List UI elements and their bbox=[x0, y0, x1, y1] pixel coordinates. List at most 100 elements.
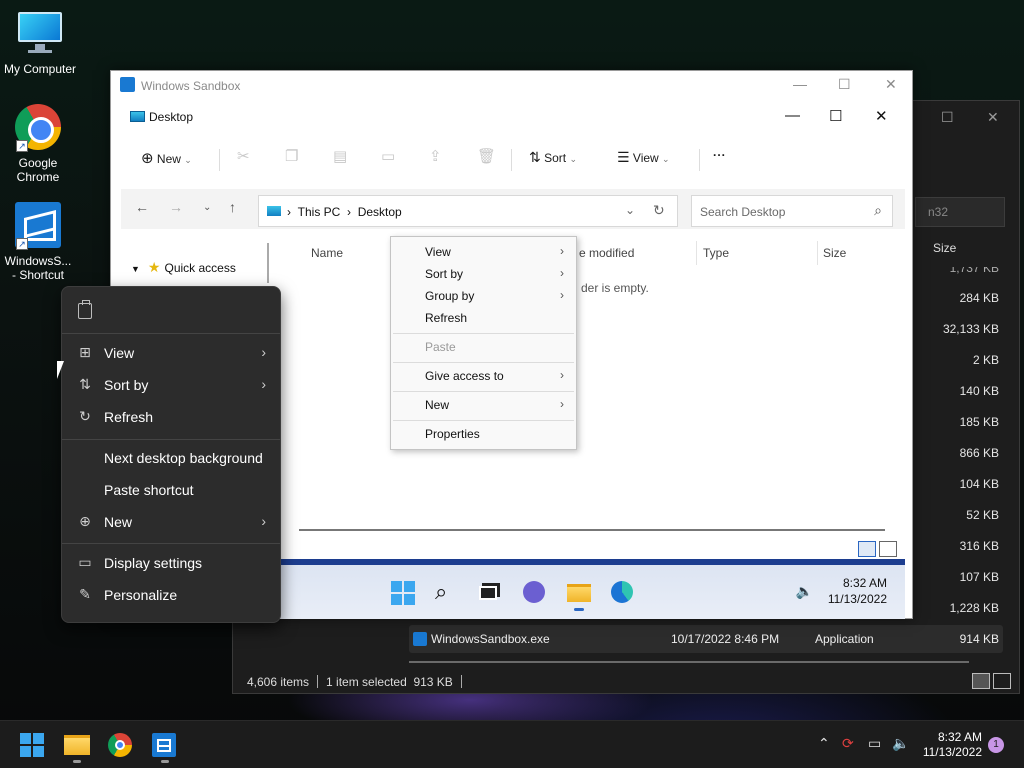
address-bar[interactable]: › This PC › Desktop ⌄ ↻ bbox=[258, 195, 678, 227]
vertical-scrollbar[interactable] bbox=[267, 243, 269, 283]
folder-icon bbox=[130, 111, 145, 122]
chevron-down-icon: ⌄ bbox=[184, 155, 192, 165]
menu-label: View bbox=[104, 345, 135, 361]
forward-arrow-icon[interactable]: → bbox=[169, 199, 183, 215]
divider bbox=[699, 149, 700, 171]
start-icon[interactable] bbox=[391, 581, 415, 605]
menu-item-properties[interactable]: Properties bbox=[391, 423, 576, 445]
column-header-type[interactable]: Type bbox=[703, 246, 729, 260]
tiles-view-icon[interactable] bbox=[993, 673, 1011, 689]
taskbar-chrome[interactable] bbox=[108, 733, 134, 757]
menu-item-sort-by[interactable]: ⇅ Sort by › bbox=[62, 371, 280, 399]
sandbox-titlebar[interactable]: Windows Sandbox — ☐ ✕ bbox=[111, 71, 912, 100]
taskbar-windows-sandbox[interactable] bbox=[152, 733, 178, 763]
copy-icon[interactable]: ❐ bbox=[285, 147, 298, 165]
address-dropdown-icon[interactable]: ⌄ bbox=[625, 203, 635, 217]
more-options-icon[interactable]: ... bbox=[713, 145, 726, 159]
cut-icon[interactable]: ✂ bbox=[237, 147, 250, 165]
menu-item-view[interactable]: View › bbox=[391, 241, 576, 263]
desktop-icon-label: WindowsS... - Shortcut bbox=[4, 254, 72, 282]
maximize-icon[interactable]: ☐ bbox=[838, 76, 851, 93]
size-cell: 185 KB bbox=[959, 415, 999, 429]
minimize-icon[interactable]: — bbox=[785, 107, 800, 124]
desktop-icon-label: Google Chrome bbox=[16, 156, 60, 184]
selection-count: 1 item selected bbox=[326, 675, 407, 689]
chat-icon[interactable] bbox=[523, 581, 547, 605]
view-button[interactable]: ☰ View ⌄ bbox=[617, 149, 670, 166]
menu-item-sort-by[interactable]: Sort by › bbox=[391, 263, 576, 285]
menu-item-new[interactable]: ⊕ New › bbox=[62, 508, 280, 536]
menu-item-view[interactable]: ⊞ View › bbox=[62, 339, 280, 367]
close-icon[interactable]: ✕ bbox=[875, 107, 888, 125]
up-arrow-icon[interactable]: ↑ bbox=[229, 199, 236, 215]
taskbar-file-explorer[interactable] bbox=[64, 733, 90, 763]
sandbox-clock[interactable]: 8:32 AM 11/13/2022 bbox=[828, 575, 887, 607]
rename-icon[interactable]: ▭ bbox=[381, 147, 395, 165]
sync-alert-icon[interactable]: ⟳ bbox=[842, 735, 854, 752]
column-divider[interactable] bbox=[696, 241, 697, 265]
menu-item-paste-shortcut[interactable]: Paste shortcut bbox=[62, 476, 280, 504]
column-header-name[interactable]: Name bbox=[311, 246, 343, 260]
menu-item-group-by[interactable]: Group by › bbox=[391, 285, 576, 307]
share-icon[interactable]: ⇪ bbox=[429, 147, 442, 165]
grid-icon: ⊞ bbox=[79, 344, 91, 360]
tiles-view-icon[interactable] bbox=[879, 541, 897, 557]
network-icon[interactable]: ▭ bbox=[868, 735, 881, 752]
view-lines-icon: ☰ bbox=[617, 149, 630, 165]
show-hidden-icons-chevron-icon[interactable]: ⌃ bbox=[818, 735, 830, 752]
edge-icon[interactable] bbox=[611, 581, 635, 605]
details-view-icon[interactable] bbox=[858, 541, 876, 557]
close-icon[interactable]: ✕ bbox=[885, 76, 897, 93]
search-icon[interactable]: ⌕ bbox=[435, 581, 459, 605]
menu-item-refresh[interactable]: Refresh bbox=[391, 307, 576, 329]
horizontal-scrollbar[interactable] bbox=[299, 529, 885, 531]
new-button[interactable]: ⊕ New ⌄ bbox=[141, 149, 192, 167]
explorer-titlebar[interactable]: Desktop — ☐ ✕ bbox=[121, 101, 905, 133]
selected-file-row[interactable]: WindowsSandbox.exe 10/17/2022 8:46 PM Ap… bbox=[409, 625, 1003, 653]
details-view-icon[interactable] bbox=[972, 673, 990, 689]
menu-label: View bbox=[425, 245, 451, 259]
paste-icon[interactable]: ▤ bbox=[333, 147, 347, 165]
menu-item-give-access-to[interactable]: Give access to › bbox=[391, 365, 576, 387]
taskbar-clock[interactable]: 8:32 AM 11/13/2022 bbox=[918, 730, 982, 760]
view-label: View bbox=[632, 151, 659, 165]
volume-icon[interactable]: 🔈 bbox=[796, 583, 813, 600]
paste-button[interactable] bbox=[62, 287, 122, 333]
menu-item-refresh[interactable]: ↻ Refresh bbox=[62, 403, 280, 431]
menu-item-new[interactable]: New › bbox=[391, 394, 576, 416]
search-input[interactable]: Search Desktop ⌕ bbox=[691, 195, 893, 227]
menu-item-personalize[interactable]: ✎ Personalize bbox=[62, 581, 280, 609]
star-icon: ★ bbox=[147, 259, 161, 275]
refresh-icon[interactable]: ↻ bbox=[653, 202, 665, 219]
sort-label: Sort bbox=[544, 151, 567, 165]
start-button[interactable] bbox=[20, 733, 46, 757]
task-view-icon[interactable] bbox=[479, 581, 503, 605]
minimize-icon[interactable]: — bbox=[793, 76, 807, 92]
chevron-down-icon: ⌄ bbox=[569, 154, 577, 164]
notification-badge[interactable]: 1 bbox=[988, 737, 1004, 753]
desktop-icon-windows-sandbox-shortcut[interactable]: ↗ WindowsS... - Shortcut bbox=[0, 202, 76, 282]
recent-chevron-icon[interactable]: ⌄ bbox=[203, 202, 211, 213]
this-pc-icon bbox=[267, 206, 281, 216]
menu-divider bbox=[62, 543, 280, 544]
maximize-icon[interactable]: ☐ bbox=[829, 107, 842, 125]
nav-item-quick-access[interactable]: ▼ ★ Quick access bbox=[131, 259, 236, 276]
horizontal-scrollbar[interactable] bbox=[409, 661, 969, 663]
search-placeholder: Search Desktop bbox=[700, 205, 786, 219]
column-header-date-modified[interactable]: e modified bbox=[579, 246, 634, 260]
menu-item-display-settings[interactable]: ▭ Display settings bbox=[62, 549, 280, 577]
menu-item-next-desktop-background[interactable]: Next desktop background bbox=[62, 444, 280, 472]
breadcrumb-this-pc[interactable]: This PC bbox=[298, 205, 341, 219]
breadcrumb-desktop[interactable]: Desktop bbox=[358, 205, 402, 219]
desktop-icon-my-computer[interactable]: My Computer bbox=[2, 10, 78, 76]
menu-label: Refresh bbox=[425, 311, 468, 325]
column-header-size[interactable]: Size bbox=[823, 246, 846, 260]
volume-icon[interactable]: 🔈 bbox=[892, 735, 909, 752]
shortcut-arrow-icon: ↗ bbox=[16, 140, 28, 152]
desktop-icon-google-chrome[interactable]: ↗ Google Chrome bbox=[0, 104, 76, 184]
back-arrow-icon[interactable]: ← bbox=[135, 199, 149, 215]
delete-icon[interactable]: 🗑 bbox=[477, 147, 496, 165]
column-divider[interactable] bbox=[817, 241, 818, 265]
sort-button[interactable]: ⇅ Sort ⌄ bbox=[529, 149, 577, 166]
file-explorer-icon[interactable] bbox=[567, 581, 591, 611]
